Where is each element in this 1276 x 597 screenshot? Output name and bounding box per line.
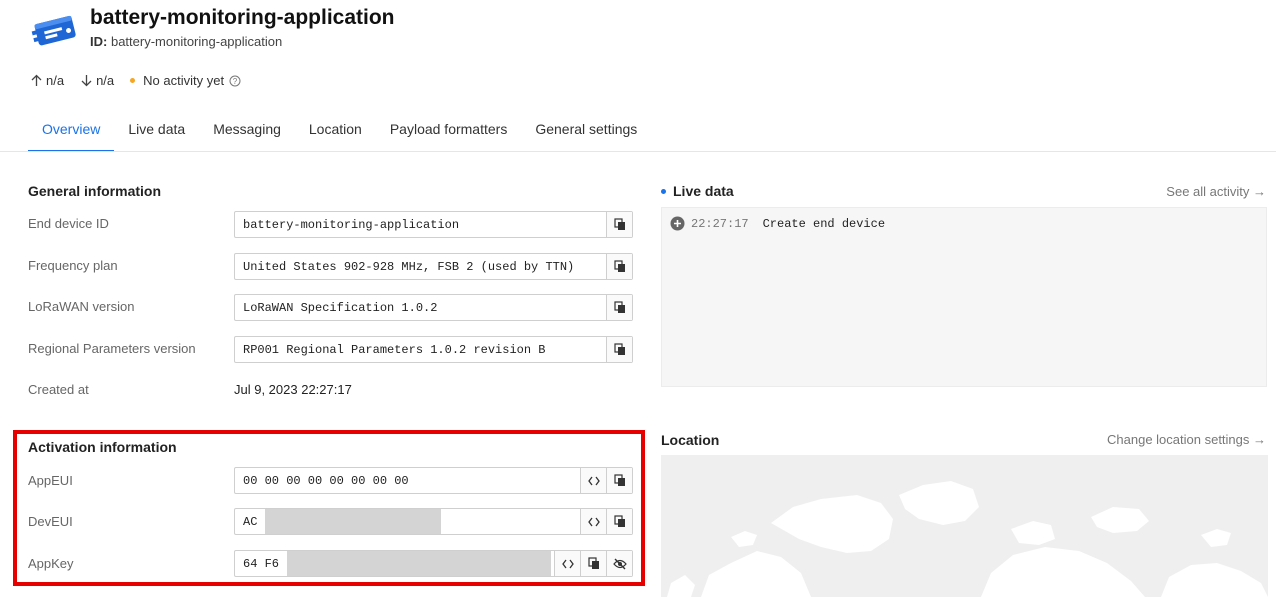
svg-text:?: ?	[233, 77, 238, 86]
tab-live-data[interactable]: Live data	[114, 114, 199, 152]
activation-info-title: Activation information	[28, 439, 177, 455]
regional-params-label: Regional Parameters version	[28, 341, 196, 356]
device-header: battery-monitoring-application ID: batte…	[0, 0, 1276, 152]
frequency-plan-field: United States 902-928 MHz, FSB 2 (used b…	[234, 253, 633, 280]
id-label: ID:	[90, 34, 108, 49]
device-id-value: battery-monitoring-application	[110, 34, 283, 49]
see-all-activity-link[interactable]: See all activity →	[1166, 184, 1266, 199]
toggle-format-button[interactable]	[554, 551, 580, 576]
activity-status: No activity yet ?	[130, 73, 244, 88]
regional-params-value: RP001 Regional Parameters 1.0.2 revision…	[243, 342, 546, 357]
end-device-id-value: battery-monitoring-application	[243, 217, 460, 232]
event-message: Create end device	[762, 216, 886, 231]
tab-messaging[interactable]: Messaging	[199, 114, 295, 152]
copy-button[interactable]	[606, 337, 632, 362]
deveui-value: AC	[243, 514, 258, 529]
appkey-label: AppKey	[28, 556, 74, 571]
tab-general-settings[interactable]: General settings	[521, 114, 651, 152]
created-at-label: Created at	[28, 382, 89, 397]
copy-button[interactable]	[606, 254, 632, 279]
status-dot-icon	[130, 78, 136, 83]
appeui-label: AppEUI	[28, 473, 73, 488]
help-icon[interactable]: ?	[229, 75, 241, 87]
copy-button[interactable]	[606, 295, 632, 320]
frequency-plan-label: Frequency plan	[28, 258, 118, 273]
activity-text: No activity yet	[143, 73, 225, 88]
world-map-image	[667, 481, 1268, 597]
appkey-field: 64 F6	[234, 550, 633, 577]
code-icon	[587, 517, 600, 526]
traffic-stats: n/a n/a No activity yet ?	[30, 73, 260, 88]
page-title: battery-monitoring-application	[90, 6, 395, 29]
copy-icon	[613, 218, 625, 230]
redaction-mask	[265, 509, 442, 534]
location-title: Location	[661, 432, 720, 448]
general-info-title: General information	[28, 183, 162, 199]
toggle-visibility-button[interactable]	[606, 551, 632, 576]
device-icon	[31, 15, 76, 46]
regional-params-field: RP001 Regional Parameters 1.0.2 revision…	[234, 336, 633, 363]
plus-circle-icon	[670, 216, 685, 231]
lorawan-version-field: LoRaWAN Specification 1.0.2	[234, 294, 633, 321]
end-device-id-field: battery-monitoring-application	[234, 211, 633, 238]
tab-location[interactable]: Location	[295, 114, 376, 152]
change-location-settings-link[interactable]: Change location settings →	[1107, 432, 1266, 447]
copy-button[interactable]	[580, 551, 606, 576]
appkey-value-wrap: 64 F6	[235, 551, 554, 576]
appeui-field: 00 00 00 00 00 00 00 00	[234, 467, 633, 494]
tab-overview[interactable]: Overview	[28, 114, 115, 152]
appkey-value: 64 F6	[243, 556, 280, 571]
lorawan-version-label: LoRaWAN version	[28, 299, 135, 314]
frequency-plan-value: United States 902-928 MHz, FSB 2 (used b…	[243, 259, 575, 274]
code-icon	[561, 559, 574, 568]
downlink-count: n/a	[96, 73, 115, 88]
live-data-title-text: Live data	[673, 183, 734, 199]
live-data-title: Live data	[661, 183, 734, 199]
tab-divider	[0, 151, 1276, 152]
appeui-value: 00 00 00 00 00 00 00 00	[243, 473, 409, 488]
deveui-value-wrap: AC	[235, 509, 580, 534]
uplink-stat: n/a	[30, 73, 64, 88]
copy-button[interactable]	[606, 212, 632, 237]
deveui-label: DevEUI	[28, 514, 73, 529]
copy-button[interactable]	[606, 509, 632, 534]
eye-off-icon	[612, 558, 627, 569]
arrow-up-icon	[31, 74, 42, 86]
copy-icon	[613, 515, 625, 527]
toggle-format-button[interactable]	[580, 509, 606, 534]
code-icon	[587, 476, 600, 485]
copy-icon	[587, 557, 599, 569]
copy-icon	[613, 474, 625, 486]
list-item[interactable]: 22:27:17 Create end device	[670, 216, 885, 231]
created-at-value: Jul 9, 2023 22:27:17	[234, 382, 352, 397]
tab-payload-formatters[interactable]: Payload formatters	[376, 114, 522, 152]
uplink-count: n/a	[46, 73, 65, 88]
lorawan-version-value: LoRaWAN Specification 1.0.2	[243, 300, 438, 315]
arrow-down-icon	[81, 75, 92, 87]
copy-icon	[613, 343, 625, 355]
live-data-panel: 22:27:17 Create end device	[661, 207, 1267, 387]
downlink-stat: n/a	[80, 73, 114, 88]
copy-icon	[613, 301, 625, 313]
deveui-field: AC	[234, 508, 633, 535]
location-map[interactable]	[661, 455, 1268, 597]
toggle-format-button[interactable]	[580, 468, 606, 493]
live-indicator-icon	[661, 188, 666, 194]
copy-icon	[613, 260, 625, 272]
device-id-line: ID: battery-monitoring-application	[90, 34, 282, 49]
end-device-id-label: End device ID	[28, 216, 109, 231]
copy-button[interactable]	[606, 468, 632, 493]
redaction-mask	[287, 551, 552, 576]
tab-bar: Overview Live data Messaging Location Pa…	[28, 114, 651, 152]
event-time: 22:27:17	[691, 216, 749, 231]
